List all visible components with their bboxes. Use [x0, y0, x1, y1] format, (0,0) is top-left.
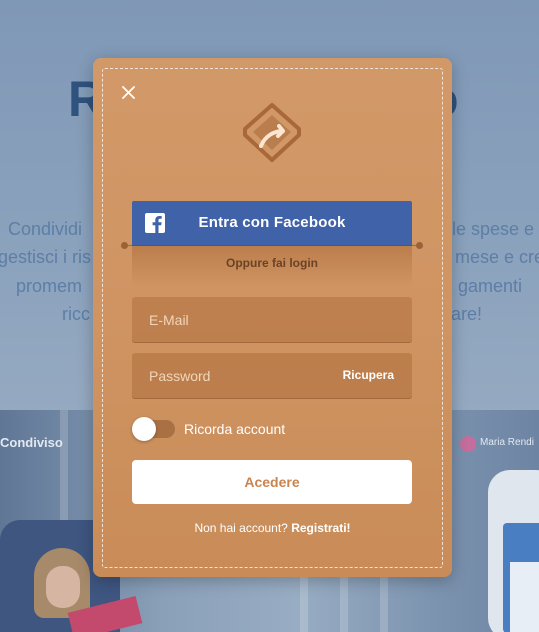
email-input[interactable]	[132, 297, 412, 343]
close-button[interactable]	[119, 83, 137, 101]
login-submit-button[interactable]: Acedere	[132, 460, 412, 504]
email-field	[132, 297, 412, 343]
divider-text: Oppure fai login	[226, 255, 318, 270]
login-modal: Entra con Facebook Oppure fai login Ricu…	[93, 58, 452, 577]
background-text: are!	[451, 304, 483, 324]
background-text: promem	[16, 276, 83, 296]
background-text: gestisci i ris	[0, 247, 92, 267]
signup-prompt-text: Non hai account?	[194, 521, 288, 535]
login-divider: Oppure fai login	[132, 246, 412, 287]
house-share-logo	[243, 103, 301, 162]
background-text: gamenti	[458, 276, 523, 296]
remember-account-toggle[interactable]	[132, 417, 175, 441]
background-child-face	[46, 566, 80, 608]
background-text: ricc	[62, 304, 90, 324]
facebook-login-label: Entra con Facebook	[198, 214, 346, 231]
password-field: Ricupera	[132, 353, 412, 399]
divider-dot	[121, 242, 128, 249]
divider-dot	[416, 242, 423, 249]
signup-link[interactable]: Registrati!	[291, 521, 350, 535]
toggle-knob	[132, 417, 156, 441]
background-label: Condiviso	[0, 435, 63, 450]
background-phone-card	[510, 562, 539, 632]
avatar	[460, 436, 476, 452]
recover-password-link[interactable]: Ricupera	[343, 368, 394, 382]
remember-account-label: Ricorda account	[184, 421, 286, 437]
background-text: le spese e	[452, 219, 535, 239]
background-text: mese e cre	[455, 247, 539, 267]
facebook-login-button[interactable]: Entra con Facebook	[132, 201, 412, 246]
background-text: Condividi	[8, 219, 83, 239]
close-icon	[121, 85, 135, 99]
signup-prompt: Non hai account? Registrati!	[93, 521, 452, 535]
background-user-name: Maria Rendi	[480, 437, 534, 448]
